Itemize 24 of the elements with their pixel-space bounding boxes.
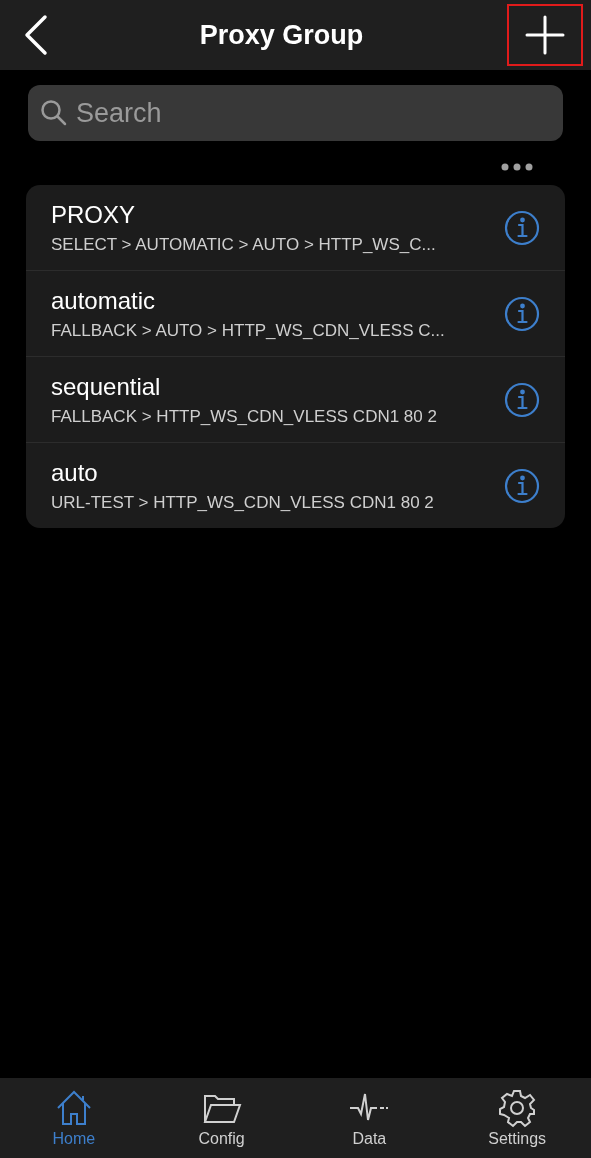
info-button[interactable]	[503, 294, 541, 333]
group-name: automatic	[51, 286, 157, 315]
info-button[interactable]	[503, 466, 541, 505]
plus-icon	[525, 15, 565, 55]
group-name: auto	[51, 458, 99, 487]
tab-item[interactable]: Data	[309, 1088, 430, 1148]
more-icon[interactable]	[501, 163, 533, 171]
settings-icon	[497, 1088, 538, 1128]
tab-item[interactable]: Home	[13, 1088, 134, 1148]
screen-title: Proxy Group	[199, 19, 364, 51]
group-chain: FALLBACK > AUTO > HTTP_WS_CDN_VLESS C...	[51, 320, 446, 341]
info-button[interactable]	[503, 380, 541, 419]
tab-item[interactable]: Config	[161, 1088, 282, 1148]
info-button[interactable]	[503, 208, 541, 247]
group-name: PROXY	[51, 200, 137, 229]
add-button[interactable]	[507, 4, 583, 66]
group-chain: SELECT > AUTOMATIC > AUTO > HTTP_WS_C...	[51, 234, 437, 255]
group-chain: URL-TEST > HTTP_WS_CDN_VLESS CDN1 80 2	[51, 492, 435, 513]
tab-item[interactable]: Settings	[457, 1088, 578, 1148]
search-icon	[40, 99, 68, 127]
back-chevron-icon	[24, 14, 48, 56]
group-chain: FALLBACK > HTTP_WS_CDN_VLESS CDN1 80 2	[51, 406, 438, 427]
group-name: sequential	[51, 372, 162, 401]
search-field[interactable]: Search	[28, 85, 563, 141]
